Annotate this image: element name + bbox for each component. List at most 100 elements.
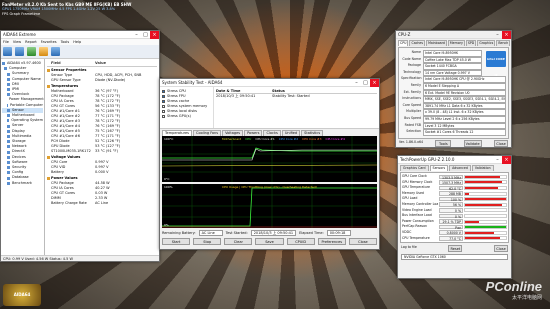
tree-item[interactable]: Benchmark bbox=[2, 181, 43, 186]
minimize-icon[interactable]: – bbox=[493, 31, 502, 39]
tab-about[interactable]: About bbox=[511, 40, 512, 46]
checkbox[interactable] bbox=[162, 95, 165, 98]
table-row[interactable]: Battery 0.000 V bbox=[47, 170, 157, 175]
gpuz-close-button[interactable]: Close bbox=[494, 245, 508, 253]
watermark-sub: 太平洋电脑网 bbox=[511, 295, 542, 301]
log-to-file-checkbox[interactable]: Log to file bbox=[401, 245, 417, 252]
graph2-top-label: 100% bbox=[164, 185, 173, 189]
tab-validation[interactable]: Validation bbox=[471, 165, 494, 171]
menu-item-view[interactable]: View bbox=[13, 40, 21, 44]
close-icon[interactable]: × bbox=[370, 79, 379, 87]
temperature-graph-svg bbox=[162, 136, 377, 182]
test-started-label: Test Started: bbox=[225, 231, 248, 235]
tab-cpu[interactable]: CPU bbox=[398, 40, 409, 46]
log-date: 2018/10/3 上 09:50:41 bbox=[216, 94, 256, 98]
close-icon[interactable]: × bbox=[502, 156, 511, 164]
stability-test-icon[interactable] bbox=[51, 47, 60, 56]
tab-advanced[interactable]: Advanced bbox=[449, 165, 471, 171]
cpuz-row: Core Speed 3891.74 MHz L1 Data 6 x 32 KBy… bbox=[401, 102, 506, 110]
maximize-icon[interactable]: □ bbox=[141, 31, 150, 39]
checkbox[interactable] bbox=[162, 105, 165, 108]
gpuz-card-selector[interactable]: NVIDIA GeForce GTX 1060 bbox=[398, 253, 511, 261]
back-icon[interactable] bbox=[3, 47, 12, 56]
checkbox[interactable] bbox=[162, 115, 165, 118]
refresh-icon[interactable] bbox=[27, 47, 36, 56]
cpuz-value: Intel Core i9-8950HK bbox=[423, 50, 482, 57]
menu-item-favorites[interactable]: Favorites bbox=[41, 40, 57, 44]
cpuz-value: Level 3 12 MBytes bbox=[423, 122, 506, 130]
gpuz-footer: Log to file Reset Close bbox=[398, 244, 511, 253]
forward-icon[interactable] bbox=[15, 47, 24, 56]
field-value: 0.000 V bbox=[95, 170, 109, 174]
gpuz-titlebar[interactable]: TechPowerUp GPU-Z 2.10.0 – × bbox=[398, 156, 511, 164]
sensor-value: 1507.3 MHz bbox=[439, 180, 463, 185]
maximize-icon[interactable]: □ bbox=[361, 79, 370, 87]
tab-mainboard[interactable]: Mainboard bbox=[426, 40, 447, 46]
report-icon[interactable] bbox=[39, 47, 48, 56]
sensor-graph bbox=[464, 191, 507, 196]
aida64-statusbar: CPU: 0.99 V Used: 4.56 W Status: 4.5 W bbox=[1, 255, 159, 261]
gpuz-tabs: Graphics Card Sensors Advanced Validation bbox=[398, 164, 511, 171]
cpu-usage-line bbox=[162, 187, 377, 227]
reset-button[interactable]: Reset bbox=[448, 245, 463, 253]
menu-item-file[interactable]: File bbox=[3, 40, 9, 44]
table-row[interactable]: GPU Sensor Type Diode (NV-Diode) bbox=[47, 78, 157, 83]
stability-titlebar[interactable]: System Stability Test - AIDA64 – □ × bbox=[160, 79, 379, 87]
clear-button[interactable]: Clear bbox=[224, 238, 253, 245]
tab-graphics-card[interactable]: Graphics Card bbox=[400, 165, 429, 171]
gpuz-window: TechPowerUp GPU-Z 2.10.0 – × Graphics Ca… bbox=[397, 155, 512, 279]
tab-memory[interactable]: Memory bbox=[447, 40, 465, 46]
tab-sensors[interactable]: Sensors bbox=[429, 165, 449, 171]
sensor-graph bbox=[464, 197, 507, 202]
menu-item-report[interactable]: Report bbox=[25, 40, 37, 44]
cpuz-close-button[interactable]: Close bbox=[493, 139, 508, 147]
cpuz-value: Socket 1440 FCBGA bbox=[423, 63, 482, 70]
overlay-line-3: FPS Graph Frametime bbox=[2, 12, 41, 16]
sensor-graph-fill bbox=[465, 181, 502, 184]
aida64-titlebar[interactable]: AIDA64 Extreme – □ × bbox=[1, 31, 159, 39]
cpuz-key: Technology bbox=[403, 69, 421, 74]
close-button[interactable]: Close bbox=[348, 238, 377, 245]
cpuz-titlebar[interactable]: CPU-Z – × bbox=[396, 31, 511, 39]
minimize-icon[interactable]: – bbox=[493, 156, 502, 164]
menu-item-help[interactable]: Help bbox=[73, 40, 81, 44]
minimize-icon[interactable]: – bbox=[352, 79, 361, 87]
field-name: ST1000LM035-1RK172 bbox=[51, 149, 91, 153]
cpuz-key: Rated FSB bbox=[404, 122, 421, 127]
card-name[interactable]: NVIDIA GeForce GTX 1060 bbox=[401, 254, 508, 261]
checkbox[interactable] bbox=[162, 110, 165, 113]
event-log: Date & Time Status 2018/10/3 上 09:50:41 … bbox=[214, 87, 379, 128]
sensor-graph-fill bbox=[465, 175, 500, 178]
start-button[interactable]: Start bbox=[162, 238, 191, 245]
cpuid-button[interactable]: CPUID bbox=[286, 238, 315, 245]
checkbox[interactable] bbox=[162, 90, 165, 93]
validate-button[interactable]: Validate bbox=[463, 139, 482, 147]
stop-button[interactable]: Stop bbox=[193, 238, 222, 245]
minimize-icon[interactable]: – bbox=[132, 31, 141, 39]
stress-option-5[interactable]: Stress GPU(s) bbox=[162, 114, 211, 119]
close-icon[interactable]: × bbox=[502, 31, 511, 39]
tab-bench[interactable]: Bench bbox=[496, 40, 511, 46]
sensor-graph-fill bbox=[465, 237, 500, 240]
sensor-name[interactable]: CPU Temperature bbox=[402, 236, 438, 242]
table-row[interactable]: ST1000LM035-1RK172 33 °C (91 °F) bbox=[47, 149, 157, 154]
menu-item-tools[interactable]: Tools bbox=[61, 40, 70, 44]
field-column-header[interactable]: Field bbox=[47, 61, 95, 66]
save-button[interactable]: Save bbox=[255, 238, 284, 245]
sensor-graph bbox=[464, 185, 507, 190]
log-row: 2018/10/3 上 09:50:41 Stability Test: Sta… bbox=[216, 94, 377, 99]
sensor-row: CPU Temperature 77.0 °C bbox=[402, 236, 507, 242]
sensor-value: 288 MB bbox=[439, 191, 463, 196]
tab-spd[interactable]: SPD bbox=[465, 40, 477, 46]
date-column-header: Date & Time bbox=[216, 89, 241, 93]
table-row[interactable]: Battery Charge Rate AC Line bbox=[47, 201, 157, 206]
checkbox[interactable] bbox=[162, 100, 165, 103]
value-column-header[interactable]: Value bbox=[95, 61, 157, 66]
preferences-button[interactable]: Preferences bbox=[317, 238, 346, 245]
close-icon[interactable]: × bbox=[150, 31, 159, 39]
tools-button[interactable]: Tools bbox=[435, 139, 452, 147]
cpuz-key: Code Name bbox=[402, 56, 421, 61]
elapsed-time-label: Elapsed Time: bbox=[299, 231, 324, 235]
tab-graphics[interactable]: Graphics bbox=[477, 40, 496, 46]
tab-caches[interactable]: Caches bbox=[409, 40, 426, 46]
